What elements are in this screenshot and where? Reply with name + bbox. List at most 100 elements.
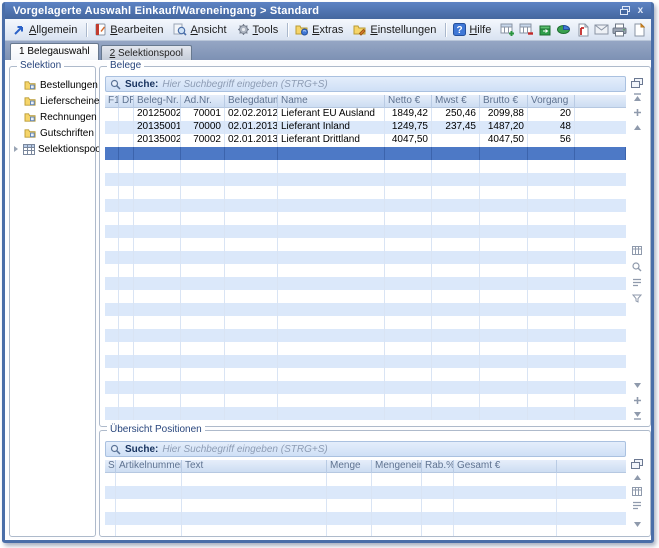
zoom-row-icon[interactable] (631, 261, 643, 272)
row-down-icon[interactable] (631, 380, 643, 391)
sidebar-item-selektionspools[interactable]: Selektionspools (14, 141, 93, 157)
cell-name (278, 225, 385, 238)
page-down-icon[interactable] (631, 395, 643, 406)
menu-hilfe[interactable]: ? Hilfe (449, 21, 497, 38)
table-row-empty (105, 238, 626, 251)
grid-view-icon[interactable] (631, 245, 643, 256)
column-header-vorgang[interactable]: Vorgang (528, 95, 575, 108)
column-header-belegnr[interactable]: Beleg-Nr.▼ (134, 95, 181, 108)
export-box-icon[interactable] (537, 21, 554, 38)
cell-name (278, 160, 385, 173)
cell-belegnr (134, 199, 181, 212)
column-header-adnr[interactable]: Ad.Nr. (181, 95, 225, 108)
column-header-mwst[interactable]: Mwst € (432, 95, 480, 108)
belege-search-input[interactable]: Suche: Hier Suchbegriff eingeben (STRG+S… (105, 76, 626, 92)
column-header-f1[interactable]: F1 (105, 95, 119, 108)
sidebar-item-rechnungen[interactable]: Rechnungen (14, 109, 93, 125)
cell-belegdatum (225, 303, 278, 316)
column-header-menge[interactable]: Menge (327, 460, 372, 473)
chart-pie-icon[interactable] (555, 21, 572, 38)
cell-menge (327, 525, 372, 536)
restore-window-icon[interactable] (618, 5, 631, 17)
cell-name: Lieferant Drittland (278, 134, 385, 147)
column-header-text[interactable]: Text (182, 460, 327, 473)
sidebar-item-bestellungen[interactable]: Bestellungen (14, 77, 93, 93)
page-up-icon[interactable] (631, 107, 643, 118)
tree-item-label: Rechnungen (40, 112, 97, 123)
column-header-dr[interactable]: DR (119, 95, 134, 108)
table-row[interactable] (105, 147, 626, 160)
tab-selektionspool[interactable]: 2 Selektionspool (101, 45, 192, 60)
cell-mwst (432, 251, 480, 264)
column-header-rab[interactable]: Rab.% (422, 460, 454, 473)
table-row-empty (105, 251, 626, 264)
cell-netto (385, 329, 432, 342)
cell-belegdatum: 02.01.2013 /Mi (225, 121, 278, 134)
expander-icon[interactable] (14, 146, 18, 152)
column-chooser-icon[interactable] (631, 458, 643, 469)
row-down-icon[interactable] (631, 519, 643, 530)
cell-s (105, 525, 116, 536)
cell-netto (385, 238, 432, 251)
cell-name (278, 368, 385, 381)
menu-allgemein[interactable]: Allgemein (9, 22, 83, 38)
positionen-groupbox: Übersicht Positionen Suche: Hier Suchbeg… (99, 430, 651, 537)
row-up-icon[interactable] (631, 472, 643, 483)
report-document-icon[interactable] (574, 21, 591, 38)
column-header-brutto[interactable]: Brutto € (480, 95, 528, 108)
column-header-belegdatum[interactable]: Belegdatum (225, 95, 278, 108)
column-header-artikelnummer[interactable]: Artikelnummer (116, 460, 182, 473)
menu-bearbeiten[interactable]: Bearbeiten (90, 21, 169, 38)
rows-view-icon[interactable] (631, 277, 643, 288)
table-row-empty (105, 225, 626, 238)
table-delete-icon[interactable] (518, 21, 535, 38)
column-header-mengeneinheit[interactable]: Mengeneinheit (372, 460, 422, 473)
menu-label: Bearbeiten (110, 24, 163, 36)
menu-ansicht[interactable]: Ansicht (169, 21, 232, 38)
column-header-name[interactable]: Name (278, 95, 385, 108)
grid-view-icon[interactable] (631, 486, 643, 497)
column-header-netto[interactable]: Netto € (385, 95, 432, 108)
cell-rab (422, 486, 454, 499)
cell-blank (575, 381, 626, 394)
positionen-search-input[interactable]: Suche: Hier Suchbegriff eingeben (STRG+S… (105, 441, 626, 457)
filter-icon[interactable] (631, 293, 643, 304)
cell-blank (575, 134, 626, 147)
column-header-gesamt[interactable]: Gesamt € (454, 460, 557, 473)
column-chooser-icon[interactable] (631, 77, 643, 88)
menu-extras[interactable]: Extras (291, 22, 349, 38)
sidebar-item-gutschriften[interactable]: Gutschriften (14, 125, 93, 141)
cell-f1 (105, 225, 119, 238)
menu-tools[interactable]: Tools (233, 21, 285, 38)
cell-name (278, 316, 385, 329)
rows-view-icon[interactable] (631, 500, 643, 511)
tab-belegauswahl[interactable]: 1 Belegauswahl (10, 43, 99, 60)
mail-envelope-icon[interactable] (593, 21, 610, 38)
cell-netto (385, 186, 432, 199)
sidebar-item-lieferscheine[interactable]: Lieferscheine (14, 93, 93, 109)
table-row-empty (105, 486, 626, 499)
table-row[interactable]: 201350017000002.01.2013 /MiLieferant Inl… (105, 121, 626, 134)
column-header-blank[interactable] (557, 460, 626, 473)
cell-mwst (432, 173, 480, 186)
go-first-row-icon[interactable] (631, 92, 643, 103)
cell-f1 (105, 342, 119, 355)
table-row-empty (105, 525, 626, 536)
print-icon[interactable] (612, 21, 629, 38)
cell-adnr (181, 355, 225, 368)
table-add-icon[interactable] (499, 21, 516, 38)
cell-brutto (480, 212, 528, 225)
column-header-s[interactable]: S (105, 460, 116, 473)
close-window-icon[interactable]: x (634, 5, 647, 17)
go-last-row-icon[interactable] (631, 410, 643, 421)
cell-name (278, 186, 385, 199)
cell-blank (575, 277, 626, 290)
positionen-nav-strip (629, 458, 645, 533)
row-up-icon[interactable] (631, 122, 643, 133)
table-row[interactable]: 201250027000102.02.2012 /DoLieferant EU … (105, 108, 626, 121)
table-row[interactable]: 201350027000202.01.2013 /MiLieferant Dri… (105, 134, 626, 147)
menu-einstellungen[interactable]: Einstellungen (349, 22, 442, 38)
column-header-blank[interactable] (575, 95, 626, 108)
cell-adnr (181, 316, 225, 329)
new-document-icon[interactable] (630, 21, 647, 38)
